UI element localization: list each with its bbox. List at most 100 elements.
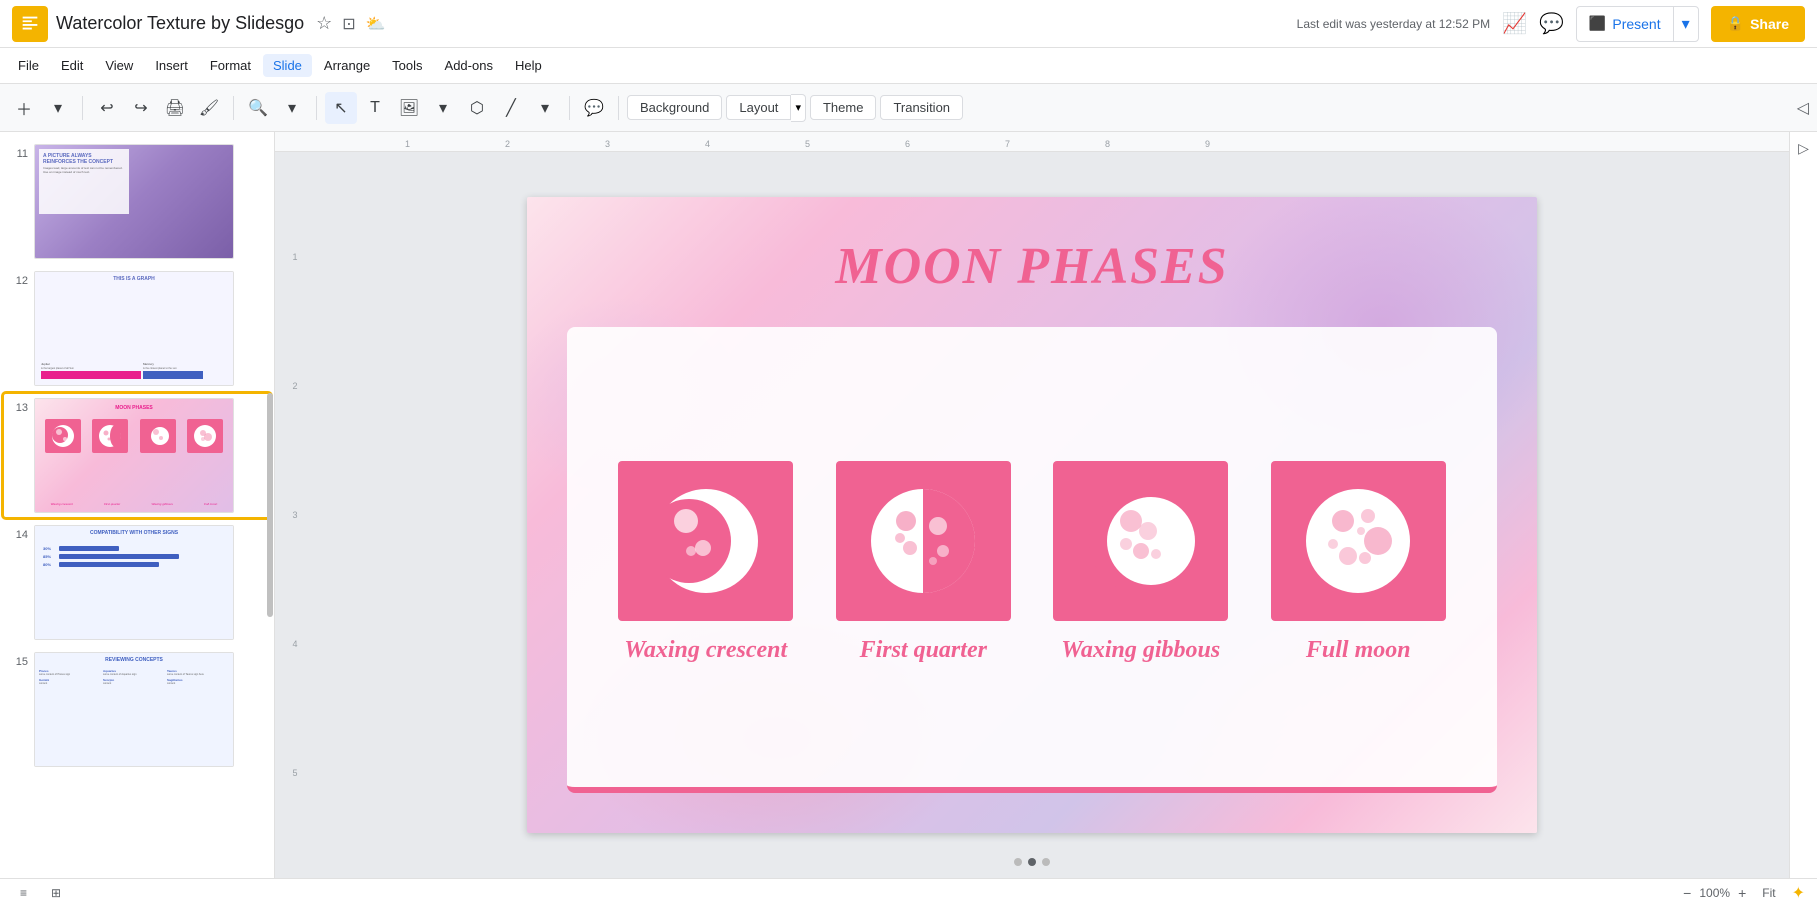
vruler-1: 1 [292,252,297,262]
menu-help[interactable]: Help [505,54,552,77]
activity-icon[interactable]: 📈 [1502,11,1527,36]
slide-title[interactable]: MOON PHASES [527,237,1537,296]
present-label[interactable]: ⬛ Present [1577,15,1673,32]
ruler-mark-5: 5 [805,139,810,149]
slide-number-12: 12 [8,271,28,287]
undo-button[interactable]: ↩ [91,92,123,124]
present-button[interactable]: ⬛ Present ▾ [1576,6,1699,42]
moon-item-full-moon[interactable]: Full moon [1271,461,1446,664]
menu-bar: File Edit View Insert Format Slide Arran… [0,48,1817,84]
transition-button[interactable]: Transition [880,95,963,120]
comments-icon[interactable]: 💬 [1539,11,1564,36]
main-area: 11 A PICTURE ALWAYS REINFORCES THE CONCE… [0,132,1817,878]
slide-thumbnail-11[interactable]: 11 A PICTURE ALWAYS REINFORCES THE CONCE… [4,140,270,263]
doc-title[interactable]: Watercolor Texture by Slidesgo [56,13,304,34]
cursor-tool[interactable]: ↖ [325,92,357,124]
zoom-in-icon[interactable]: + [1738,885,1746,901]
slide-thumbnail-13[interactable]: 13 MOON PHASES [4,394,270,517]
app-logo [12,6,48,42]
list-view-button[interactable]: ≡ [12,884,35,902]
menu-tools[interactable]: Tools [382,54,432,77]
grid-view-button[interactable]: ⊞ [43,884,69,902]
menu-slide[interactable]: Slide [263,54,312,77]
menu-edit[interactable]: Edit [51,54,93,77]
paint-format-button[interactable]: 🖌 [193,92,225,124]
menu-view[interactable]: View [95,54,143,77]
menu-file[interactable]: File [8,54,49,77]
layout-dropdown-arrow[interactable]: ▾ [791,94,806,122]
zoom-button[interactable]: 🔍 [242,92,274,124]
moon-item-first-quarter[interactable]: First quarter [836,461,1011,664]
ruler-mark-9: 9 [1205,139,1210,149]
slide-preview-12: THIS IS A GRAPH Jupiter is the largest p… [34,271,234,386]
image-dropdown[interactable]: ▾ [427,92,459,124]
thumb14-title: COMPATIBILITY WITH OTHER SIGNS [35,530,233,536]
theme-button[interactable]: Theme [810,95,876,120]
slide-canvas[interactable]: MOON PHASES [527,197,1537,833]
thumb15-title: REVIEWING CONCEPTS [35,657,233,663]
slide-preview-13: MOON PHASES [34,398,234,513]
slide-navigation-dots [1014,858,1050,866]
moon-item-waxing-crescent[interactable]: Waxing crescent [618,461,793,664]
comment-button[interactable]: 💬 [578,92,610,124]
print-button[interactable]: 🖨 [159,92,191,124]
vruler-2: 2 [292,381,297,391]
expand-panel-icon[interactable]: ▷ [1798,140,1809,157]
background-button[interactable]: Background [627,95,722,120]
slide-thumbnail-12[interactable]: 12 THIS IS A GRAPH Jupiter is the larges… [4,267,270,390]
moon-item-waxing-gibbous[interactable]: Waxing gibbous [1053,461,1228,664]
sidebar-scrollbar-thumb[interactable] [267,393,273,617]
zoom-dropdown[interactable]: ▾ [276,92,308,124]
menu-addons[interactable]: Add-ons [435,54,503,77]
top-right-controls: Last edit was yesterday at 12:52 PM 📈 💬 … [1297,6,1805,42]
ruler-mark-3: 3 [605,139,610,149]
slide-thumbnail-15[interactable]: 15 REVIEWING CONCEPTS Piscessome content… [4,648,270,771]
shapes-tool[interactable]: ⬡ [461,92,493,124]
menu-arrange[interactable]: Arrange [314,54,380,77]
layout-button[interactable]: Layout [726,95,791,120]
nav-dot-3[interactable] [1042,858,1050,866]
image-tool[interactable]: 🖼 [393,92,425,124]
slide-number-15: 15 [8,652,28,668]
add-slide-button[interactable]: ＋ [8,92,40,124]
moon-phases-container[interactable]: Waxing crescent [567,327,1497,793]
text-box-tool[interactable]: T [359,92,391,124]
toolbar-separator-3 [316,96,317,120]
select-tools-group: ↖ T 🖼 ▾ ⬡ ╱ ▾ [325,92,561,124]
slide-preview-14: COMPATIBILITY WITH OTHER SIGNS 30% 85% 8… [34,525,234,640]
star-icon[interactable]: ☆ [316,13,332,34]
present-dropdown-arrow[interactable]: ▾ [1673,7,1698,41]
ruler-mark-2: 2 [505,139,510,149]
line-dropdown[interactable]: ▾ [529,92,561,124]
fit-button[interactable]: Fit [1754,884,1783,902]
slide-number-11: 11 [8,144,28,160]
moon-icon-waxing-crescent [618,461,793,621]
right-panel-collapse[interactable]: ▷ [1789,132,1817,878]
collapse-panel-icon[interactable]: ◁ [1797,98,1809,118]
share-button[interactable]: 🔒 Share [1711,6,1805,42]
menu-insert[interactable]: Insert [145,54,198,77]
undo-redo-group: ↩ ↪ 🖨 🖌 [91,92,225,124]
moon-icon-first-quarter [836,461,1011,621]
thumb12-title: THIS IS A GRAPH [35,276,233,282]
line-tool[interactable]: ╱ [495,92,527,124]
add-slide-dropdown[interactable]: ▾ [42,92,74,124]
nav-dot-2[interactable] [1028,858,1036,866]
toolbar-actions-group: ＋ ▾ [8,92,74,124]
slide-canvas-wrapper[interactable]: 1 2 3 4 5 MOON PHASES [275,152,1789,878]
nav-dot-1[interactable] [1014,858,1022,866]
cloud-icon[interactable]: ⛅ [366,14,386,34]
redo-button[interactable]: ↪ [125,92,157,124]
zoom-out-icon[interactable]: − [1683,885,1691,901]
moon-icon-full-moon [1271,461,1446,621]
menu-format[interactable]: Format [200,54,261,77]
present-screen-icon: ⬛ [1589,15,1606,32]
assistant-icon[interactable]: ✦ [1792,883,1805,903]
title-icons: ☆ ⊡ ⛅ [316,13,385,34]
last-edit-text: Last edit was yesterday at 12:52 PM [1297,17,1490,31]
ruler-mark-7: 7 [1005,139,1010,149]
slide-thumbnail-14[interactable]: 14 COMPATIBILITY WITH OTHER SIGNS 30% 85… [4,521,270,644]
folder-icon[interactable]: ⊡ [342,14,355,34]
moon-label-first-quarter: First quarter [860,637,987,664]
zoom-level[interactable]: 100% [1699,886,1730,900]
